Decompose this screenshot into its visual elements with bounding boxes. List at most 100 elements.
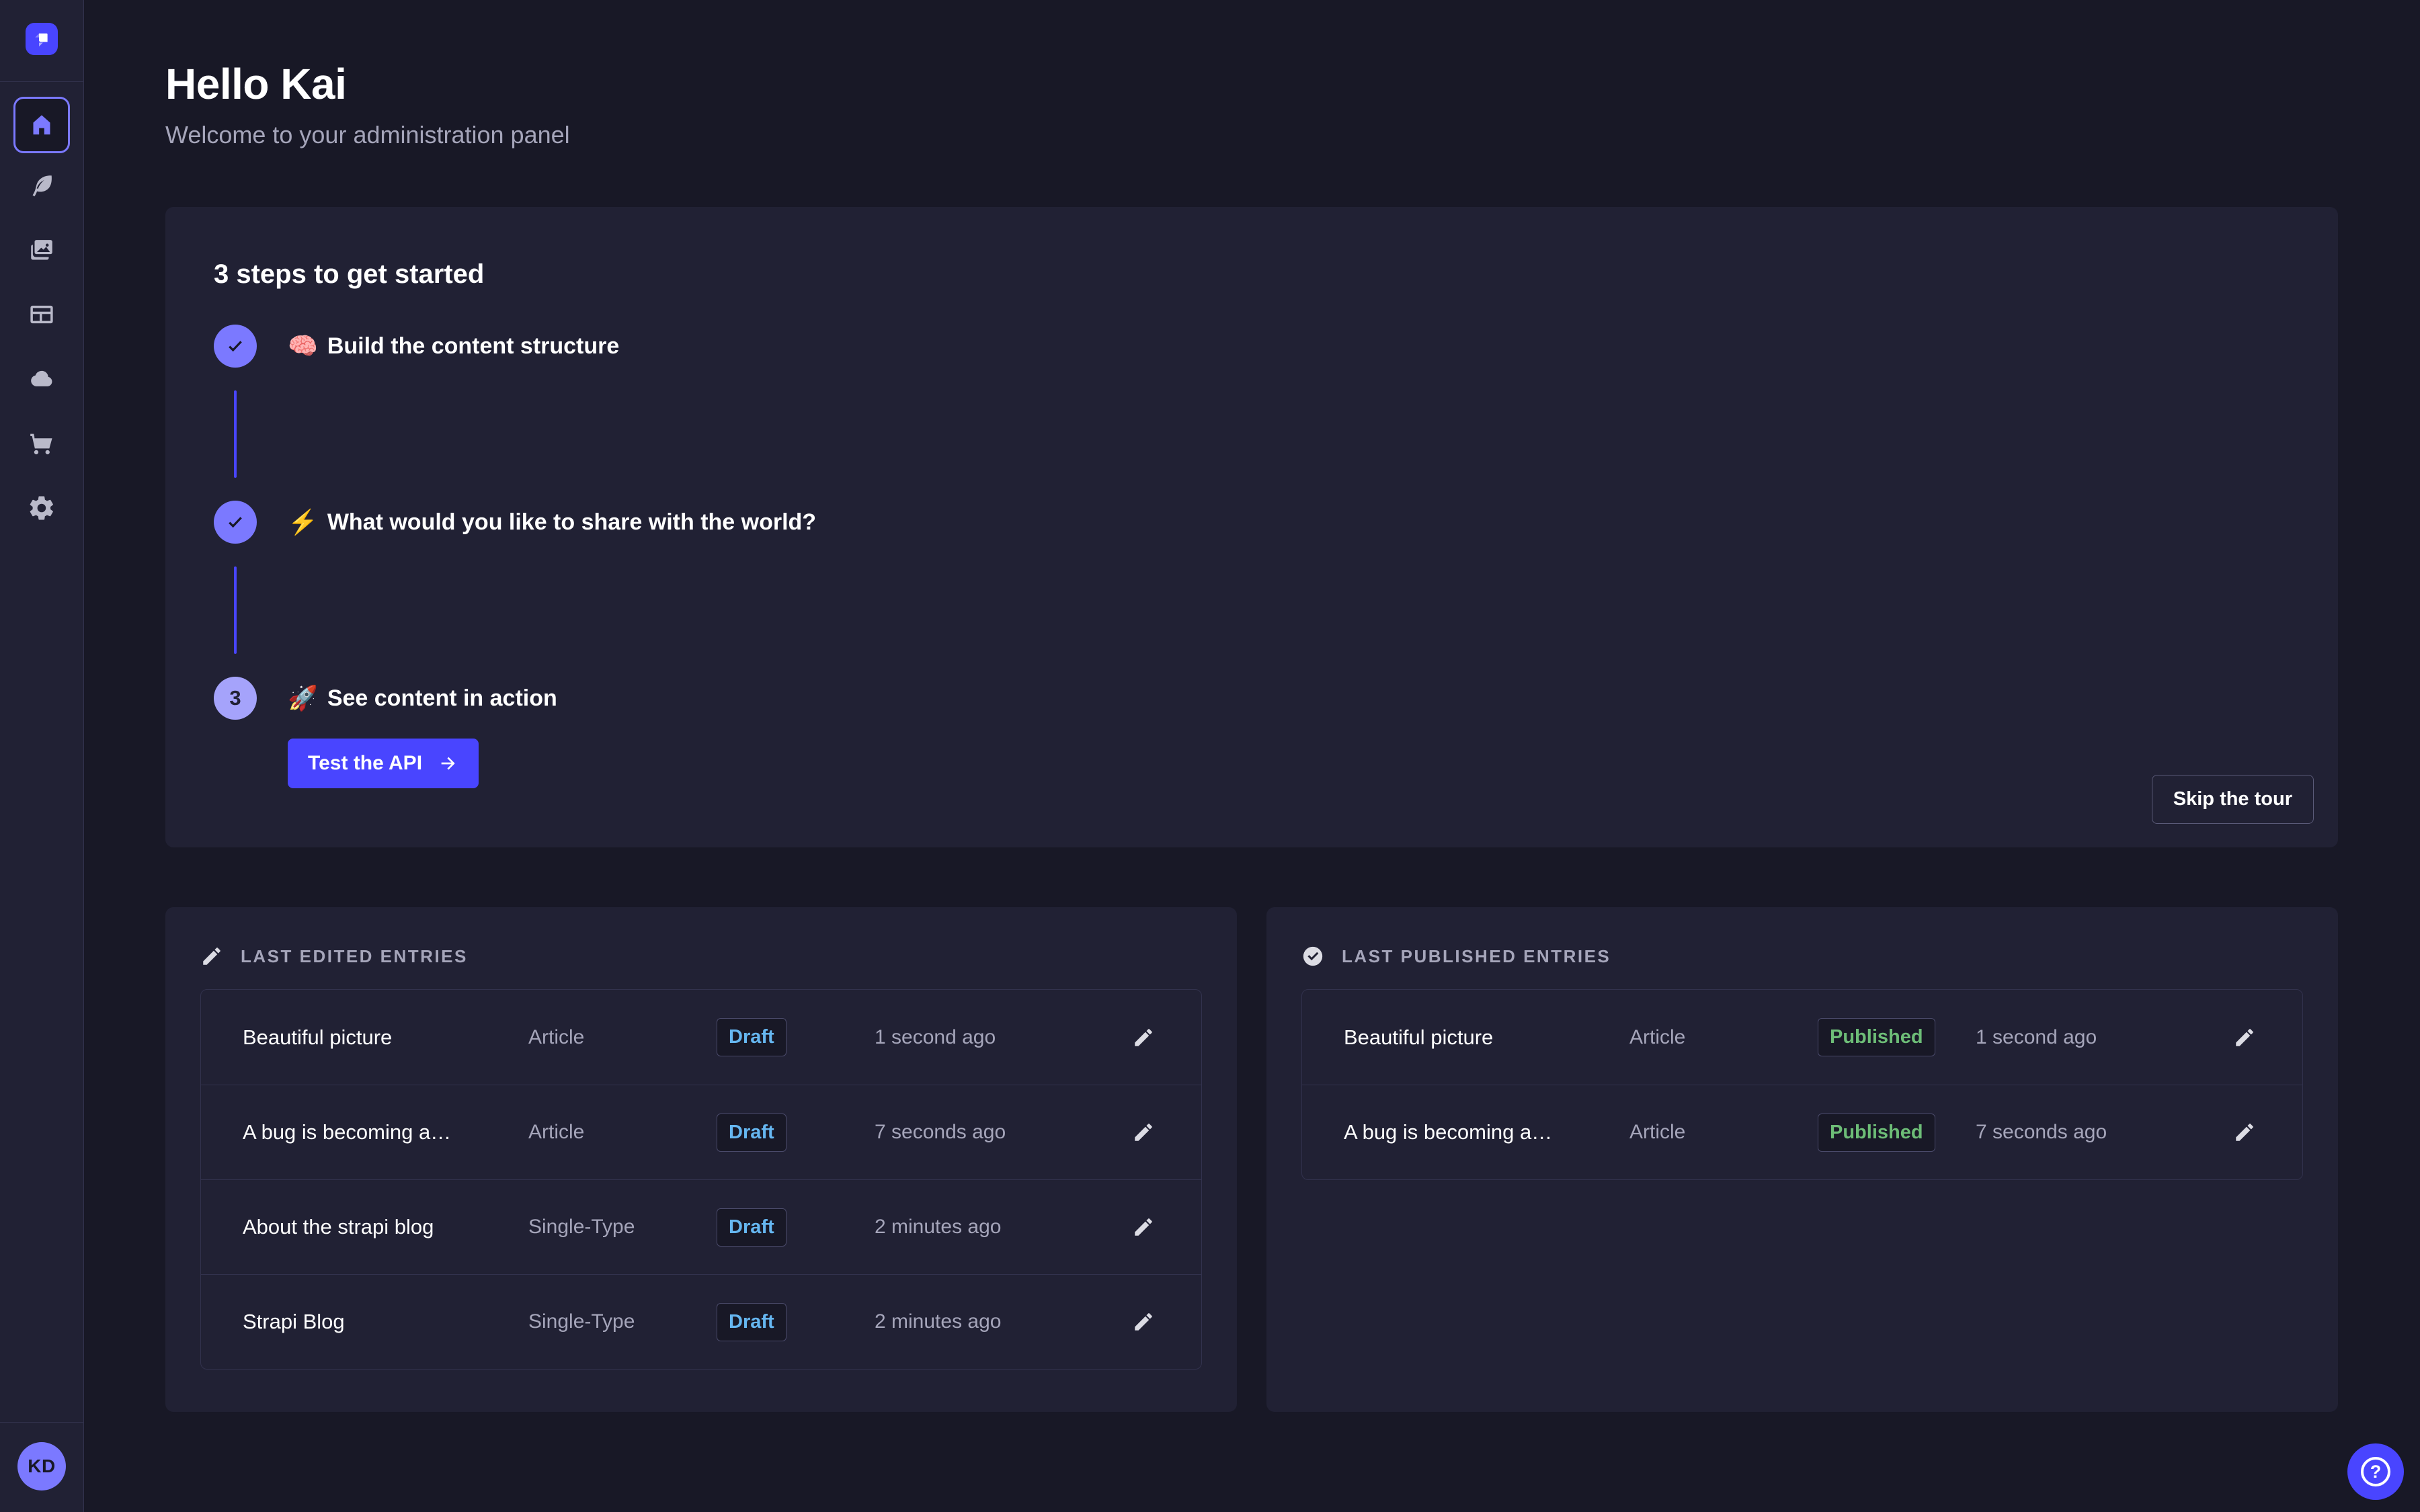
sidebar-item-settings[interactable] <box>26 492 58 524</box>
step-connector <box>234 566 237 654</box>
lightning-emoji: ⚡ <box>288 508 318 536</box>
pencil-icon <box>1132 1216 1155 1238</box>
entry-type: Single-Type <box>528 1310 717 1333</box>
sidebar-item-home[interactable] <box>13 97 70 153</box>
entry-title: A bug is becoming a… <box>243 1120 528 1144</box>
main-nav-sidebar: KD <box>0 0 84 1512</box>
sidebar-item-deploy[interactable] <box>26 363 58 395</box>
sidebar-nav <box>0 82 83 524</box>
feather-icon <box>28 171 56 200</box>
cart-icon <box>28 429 56 458</box>
sidebar-item-marketplace[interactable] <box>26 427 58 460</box>
edit-entry-button[interactable] <box>1127 1116 1160 1148</box>
strapi-logo[interactable] <box>26 23 58 55</box>
step-label-text: What would you like to share with the wo… <box>327 509 816 536</box>
last-published-header: LAST PUBLISHED ENTRIES <box>1301 945 2303 968</box>
entry-time: 1 second ago <box>875 1026 1119 1049</box>
pencil-icon <box>1132 1310 1155 1333</box>
arrow-right-icon <box>437 753 458 774</box>
last-edited-panel: LAST EDITED ENTRIES Beautiful picture Ar… <box>165 907 1237 1412</box>
onboarding-title: 3 steps to get started <box>214 259 2290 290</box>
images-icon <box>28 236 56 264</box>
status-badge: Published <box>1818 1018 1935 1056</box>
step-done-check-icon <box>214 325 257 368</box>
onboarding-card: 3 steps to get started 🧠 Build the conte… <box>165 207 2338 847</box>
step-see-content-in-action: 3 🚀 See content in action <box>214 677 2290 720</box>
entry-type: Article <box>528 1026 717 1049</box>
panel-title: LAST EDITED ENTRIES <box>241 946 468 967</box>
last-published-panel: LAST PUBLISHED ENTRIES Beautiful picture… <box>1266 907 2338 1412</box>
skip-tour-button[interactable]: Skip the tour <box>2152 775 2314 824</box>
brain-emoji: 🧠 <box>288 332 318 360</box>
entry-time: 1 second ago <box>1976 1026 2220 1049</box>
rocket-emoji: 🚀 <box>288 684 318 712</box>
edit-entry-button[interactable] <box>2228 1116 2261 1148</box>
test-api-button[interactable]: Test the API <box>288 739 479 788</box>
page-subtitle: Welcome to your administration panel <box>165 121 2338 149</box>
entry-title: A bug is becoming a… <box>1344 1120 1629 1144</box>
main-content: Hello Kai Welcome to your administration… <box>84 0 2420 1512</box>
step-share-with-world: ⚡ What would you like to share with the … <box>214 501 2290 544</box>
strapi-admin-app: KD Hello Kai Welcome to your administrat… <box>0 0 2420 1512</box>
last-edited-header: LAST EDITED ENTRIES <box>200 945 1202 968</box>
sidebar-item-media-library[interactable] <box>26 234 58 266</box>
question-mark-icon: ? <box>2361 1457 2390 1486</box>
strapi-logo-icon <box>30 28 53 50</box>
help-button[interactable]: ? <box>2347 1443 2404 1500</box>
step-done-check-icon <box>214 501 257 544</box>
page-title: Hello Kai <box>165 59 2338 109</box>
last-edited-table: Beautiful picture Article Draft 1 second… <box>200 989 1202 1370</box>
edit-entry-button[interactable] <box>2228 1021 2261 1054</box>
entries-panels: LAST EDITED ENTRIES Beautiful picture Ar… <box>165 907 2338 1412</box>
entry-time: 2 minutes ago <box>875 1216 1119 1238</box>
step-number-badge: 3 <box>214 677 257 720</box>
gear-icon <box>28 494 56 522</box>
pencil-icon <box>2233 1026 2256 1049</box>
pencil-icon <box>1132 1121 1155 1144</box>
entry-row: Strapi Blog Single-Type Draft 2 minutes … <box>201 1274 1201 1369</box>
entry-row: About the strapi blog Single-Type Draft … <box>201 1179 1201 1274</box>
user-avatar[interactable]: KD <box>17 1442 66 1490</box>
step-connector <box>234 390 237 478</box>
entry-type: Single-Type <box>528 1216 717 1238</box>
entry-title: About the strapi blog <box>243 1215 528 1239</box>
entry-type: Article <box>1629 1121 1818 1144</box>
entry-time: 7 seconds ago <box>875 1121 1119 1144</box>
pencil-icon <box>1132 1026 1155 1049</box>
sidebar-item-content-type-builder[interactable] <box>26 298 58 331</box>
edit-entry-button[interactable] <box>1127 1021 1160 1054</box>
layout-icon <box>28 300 56 329</box>
entry-title: Beautiful picture <box>1344 1025 1629 1050</box>
status-badge: Published <box>1818 1114 1935 1152</box>
status-badge: Draft <box>717 1114 787 1152</box>
pencil-icon <box>200 945 223 968</box>
entry-row: A bug is becoming a… Article Draft 7 sec… <box>201 1085 1201 1179</box>
entry-title: Strapi Blog <box>243 1310 528 1334</box>
sidebar-item-content-manager[interactable] <box>26 169 58 202</box>
entry-row: Beautiful picture Article Published 1 se… <box>1302 990 2302 1085</box>
step-label-text: See content in action <box>327 685 557 712</box>
page-header: Hello Kai Welcome to your administration… <box>165 59 2338 149</box>
edit-entry-button[interactable] <box>1127 1211 1160 1243</box>
entry-time: 2 minutes ago <box>875 1310 1119 1333</box>
panel-title: LAST PUBLISHED ENTRIES <box>1342 946 1611 967</box>
home-icon <box>28 112 55 138</box>
entry-row: Beautiful picture Article Draft 1 second… <box>201 990 1201 1085</box>
entry-row: A bug is becoming a… Article Published 7… <box>1302 1085 2302 1179</box>
entry-time: 7 seconds ago <box>1976 1121 2220 1144</box>
status-badge: Draft <box>717 1208 787 1247</box>
entry-type: Article <box>1629 1026 1818 1049</box>
status-badge: Draft <box>717 1018 787 1056</box>
entry-type: Article <box>528 1121 717 1144</box>
sidebar-footer-divider <box>0 1422 83 1423</box>
sidebar-footer: KD <box>0 1422 83 1512</box>
onboarding-steps: 🧠 Build the content structure ⚡ What wou… <box>214 325 2290 788</box>
edit-entry-button[interactable] <box>1127 1306 1160 1338</box>
entry-title: Beautiful picture <box>243 1025 528 1050</box>
step-build-content-structure: 🧠 Build the content structure <box>214 325 2290 368</box>
cloud-icon <box>28 365 56 393</box>
status-badge: Draft <box>717 1303 787 1341</box>
check-circle-icon <box>1301 945 1324 968</box>
last-published-table: Beautiful picture Article Published 1 se… <box>1301 989 2303 1180</box>
pencil-icon <box>2233 1121 2256 1144</box>
